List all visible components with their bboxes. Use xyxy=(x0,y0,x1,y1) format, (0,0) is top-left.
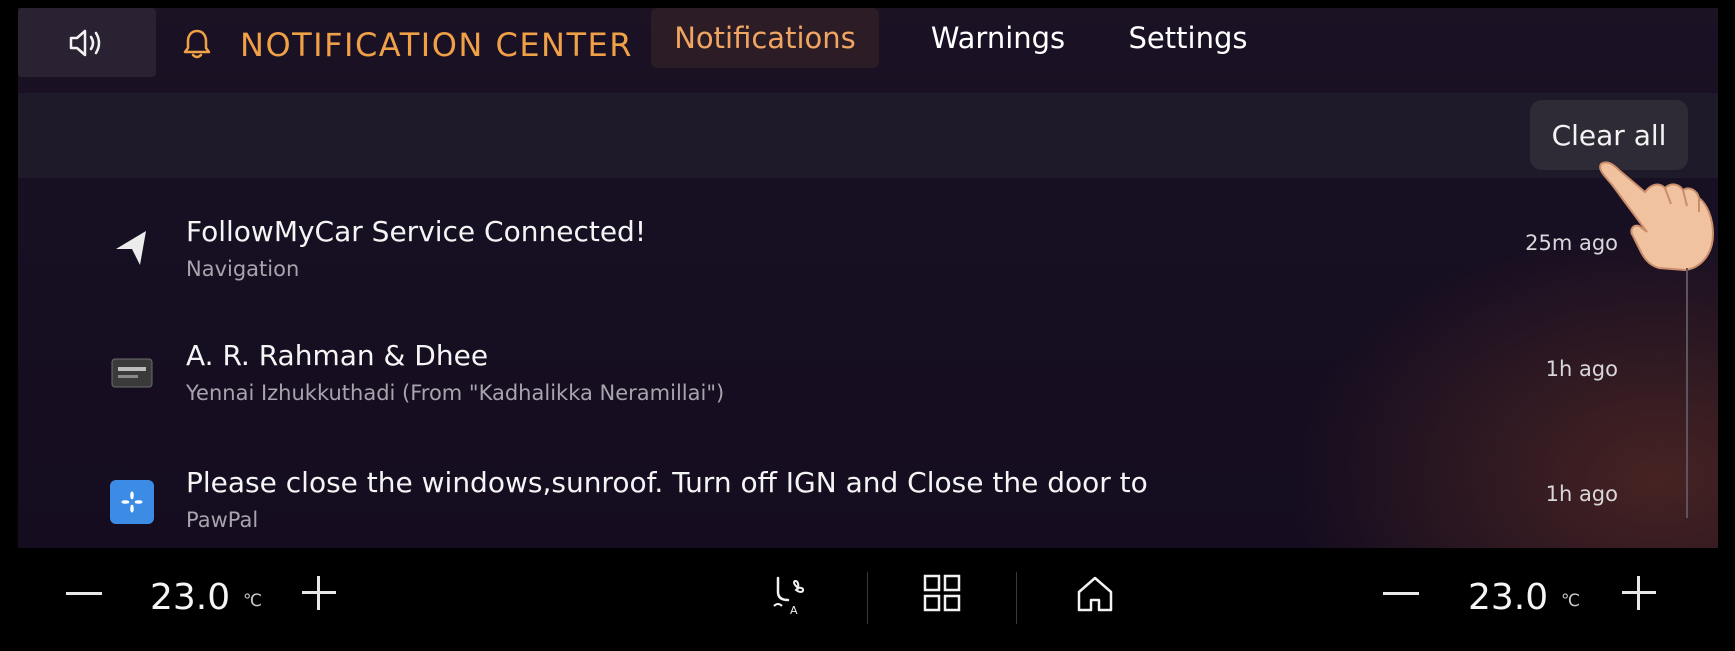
sound-button[interactable] xyxy=(18,8,156,77)
svg-text:A: A xyxy=(790,604,798,616)
notification-center-title: NOTIFICATION CENTER xyxy=(240,26,633,64)
left-temperature-unit: ℃ xyxy=(243,591,263,611)
seat-fan-icon[interactable]: A xyxy=(768,572,812,616)
action-bar xyxy=(18,93,1718,178)
notification-time: 25m ago xyxy=(1525,231,1618,255)
right-temp-decrease-button[interactable] xyxy=(1383,592,1419,595)
right-temp-increase-button[interactable] xyxy=(1622,576,1656,610)
notification-title: A. R. Rahman & Dhee xyxy=(186,339,489,372)
speaker-icon xyxy=(69,29,101,56)
left-temp-increase-button[interactable] xyxy=(302,576,336,610)
notification-subtitle: PawPal xyxy=(186,508,259,532)
navigation-arrow-icon xyxy=(116,231,146,265)
fan-icon xyxy=(110,480,154,524)
left-temp-decrease-button[interactable] xyxy=(66,592,102,595)
top-bar: NOTIFICATION CENTER Notifications Warnin… xyxy=(18,8,1718,93)
notification-screen: NOTIFICATION CENTER Notifications Warnin… xyxy=(18,8,1718,548)
tab-notifications[interactable]: Notifications xyxy=(651,8,879,68)
list-item[interactable]: Please close the windows,sunroof. Turn o… xyxy=(18,460,1658,548)
divider xyxy=(1016,572,1017,624)
frame: NOTIFICATION CENTER Notifications Warnin… xyxy=(0,0,1735,651)
notification-title: FollowMyCar Service Connected! xyxy=(186,215,647,248)
notification-title: Please close the windows,sunroof. Turn o… xyxy=(186,466,1148,499)
notification-time: 1h ago xyxy=(1545,482,1618,506)
home-icon[interactable] xyxy=(1073,572,1117,616)
list-item[interactable]: FollowMyCar Service Connected! Navigatio… xyxy=(18,203,1658,323)
scrollbar[interactable] xyxy=(1686,268,1688,518)
divider xyxy=(867,572,868,624)
right-temperature: 23.0 xyxy=(1468,577,1549,618)
bottom-bar: 23.0 ℃ A 23.0 ℃ xyxy=(0,548,1735,651)
bell-icon xyxy=(183,29,211,59)
tab-warnings[interactable]: Warnings xyxy=(918,8,1078,68)
notification-subtitle: Navigation xyxy=(186,257,300,281)
music-app-icon xyxy=(111,358,153,388)
tab-settings[interactable]: Settings xyxy=(1118,8,1258,68)
notification-subtitle: Yennai Izhukkuthadi (From "Kadhalikka Ne… xyxy=(186,381,725,405)
notification-time: 1h ago xyxy=(1545,357,1618,381)
list-item[interactable]: A. R. Rahman & Dhee Yennai Izhukkuthadi … xyxy=(18,331,1658,451)
notification-list: FollowMyCar Service Connected! Navigatio… xyxy=(18,178,1718,548)
right-temperature-unit: ℃ xyxy=(1561,591,1581,611)
apps-grid-icon[interactable] xyxy=(921,572,965,616)
left-temperature: 23.0 xyxy=(150,577,231,618)
